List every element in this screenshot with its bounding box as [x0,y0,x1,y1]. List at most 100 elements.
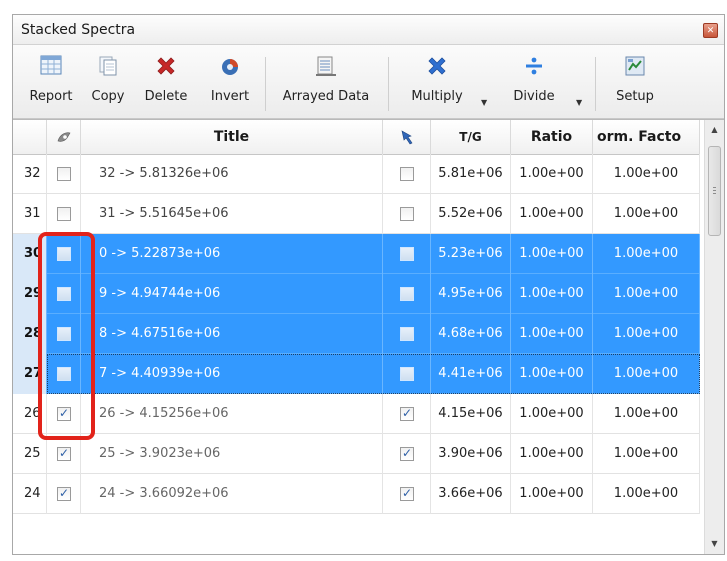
toolbar-separator [595,57,596,111]
table-row[interactable]: 25 ✓ 25 -> 3.9023e+06 ✓ 3.90e+06 1.00e+00 1.00… [13,434,700,474]
norm-factor-value[interactable]: 1.00e+00 [593,314,700,354]
visibility-checkbox[interactable] [57,207,71,221]
pin-checkbox[interactable]: ✓ [400,446,414,461]
table-row[interactable]: 30 0 -> 5.22873e+06 5.23e+06 1.00e+00 1.00e+… [13,234,700,274]
pin-checkbox[interactable] [400,207,414,221]
visibility-checkbox-cell [47,194,81,234]
multiply-button[interactable]: Multiply [398,45,476,119]
toolbar: Report Copy Delete Invert Arrayed Data M… [13,45,724,119]
tg-value[interactable]: 5.52e+06 [431,194,511,234]
spectrum-title-cell[interactable]: 25 -> 3.9023e+06 [81,434,383,474]
pin-checkbox[interactable]: ✓ [400,486,414,501]
scroll-down-arrow-icon[interactable]: ▼ [705,534,724,554]
spectrum-title-cell[interactable]: 0 -> 5.22873e+06 [81,234,383,274]
report-label: Report [29,89,73,104]
pin-checkbox-cell: ✓ [383,434,431,474]
grid-header: Title T/G Ratio orm. Facto [13,120,700,155]
spectrum-title: 9 -> 4.94744e+06 [99,286,221,301]
setup-button[interactable]: Setup [605,45,665,119]
setup-icon [605,55,665,79]
spectrum-title: 8 -> 4.67516e+06 [99,326,221,341]
pin-checkbox[interactable] [400,247,414,261]
ratio-value[interactable]: 1.00e+00 [511,154,593,194]
scroll-up-arrow-icon[interactable]: ▲ [705,120,724,140]
visibility-checkbox-cell: ✓ [47,474,81,514]
table-row[interactable]: 32 32 -> 5.81326e+06 5.81e+06 1.00e+00 1.00e… [13,154,700,194]
visibility-checkbox[interactable]: ✓ [57,486,71,501]
delete-button[interactable]: Delete [137,45,195,119]
norm-factor-value[interactable]: 1.00e+00 [593,234,700,274]
norm-factor-value[interactable]: 1.00e+00 [593,474,700,514]
norm-factor-column-header[interactable]: orm. Facto [593,120,700,154]
table-row[interactable]: 29 9 -> 4.94744e+06 4.95e+06 1.00e+00 1.00e+… [13,274,700,314]
copy-icon [83,55,133,79]
copy-button[interactable]: Copy [83,45,133,119]
multiply-icon [398,55,476,79]
table-row[interactable]: 26 ✓ 26 -> 4.15256e+06 ✓ 4.15e+06 1.00e+00 1.0… [13,394,700,434]
ratio-value[interactable]: 1.00e+00 [511,434,593,474]
tg-column-header[interactable]: T/G [431,120,511,154]
close-icon[interactable]: ✕ [703,23,718,38]
arrayed-data-button[interactable]: Arrayed Data [271,45,381,119]
ratio-column-header[interactable]: Ratio [511,120,593,154]
spectrum-title-cell[interactable]: 32 -> 5.81326e+06 [81,154,383,194]
invert-button[interactable]: Invert [201,45,259,119]
ratio-value[interactable]: 1.00e+00 [511,314,593,354]
scrollbar-thumb[interactable] [708,146,721,236]
spectrum-title-cell[interactable]: 31 -> 5.51645e+06 [81,194,383,234]
spectrum-title: 31 -> 5.51645e+06 [99,206,229,221]
norm-factor-value[interactable]: 1.00e+00 [593,434,700,474]
ratio-value[interactable]: 1.00e+00 [511,474,593,514]
tg-value[interactable]: 4.15e+06 [431,394,511,434]
norm-factor-value[interactable]: 1.00e+00 [593,194,700,234]
ratio-value[interactable]: 1.00e+00 [511,234,593,274]
ratio-value[interactable]: 1.00e+00 [511,394,593,434]
spectrum-title-cell[interactable]: 9 -> 4.94744e+06 [81,274,383,314]
tg-value[interactable]: 4.95e+06 [431,274,511,314]
tg-value[interactable]: 3.90e+06 [431,434,511,474]
spectrum-title-cell[interactable]: 8 -> 4.67516e+06 [81,314,383,354]
norm-factor-value[interactable]: 1.00e+00 [593,394,700,434]
spectra-grid: Title T/G Ratio orm. Facto 32 32 -> 5.813… [13,119,724,554]
pin-checkbox[interactable] [400,287,414,301]
ratio-value[interactable]: 1.00e+00 [511,194,593,234]
visibility-checkbox-cell: ✓ [47,434,81,474]
title-column-header[interactable]: Title [81,120,383,154]
pin-checkbox[interactable] [400,167,414,181]
visibility-checkbox[interactable]: ✓ [57,446,71,461]
pin-icon[interactable] [383,120,431,154]
multiply-label: Multiply [411,89,463,104]
vertical-scrollbar[interactable]: ▲ ▼ [704,120,724,554]
ratio-value[interactable]: 1.00e+00 [511,274,593,314]
pin-checkbox[interactable] [400,327,414,341]
table-row[interactable]: 28 8 -> 4.67516e+06 4.68e+06 1.00e+00 1.00e+… [13,314,700,354]
spectrum-title: 25 -> 3.9023e+06 [99,446,221,461]
row-number: 25 [13,434,47,474]
spectrum-title-cell[interactable]: 24 -> 3.66092e+06 [81,474,383,514]
divide-button[interactable]: Divide [498,45,570,119]
visibility-checkbox[interactable] [57,167,71,181]
multiply-dropdown-arrow-icon[interactable]: ▼ [481,98,487,107]
tg-value[interactable]: 4.68e+06 [431,314,511,354]
spectrum-title-cell[interactable]: 26 -> 4.15256e+06 [81,394,383,434]
title-bar: Stacked Spectra ✕ [13,15,724,45]
arrayed-data-label: Arrayed Data [282,89,370,104]
norm-factor-value[interactable]: 1.00e+00 [593,154,700,194]
row-number: 31 [13,194,47,234]
divide-dropdown-arrow-icon[interactable]: ▼ [576,98,582,107]
report-table-icon [21,55,81,79]
pin-checkbox-cell [383,154,431,194]
pin-checkbox-cell [383,194,431,234]
table-row[interactable]: 24 ✓ 24 -> 3.66092e+06 ✓ 3.66e+06 1.00e+00 1.0… [13,474,700,514]
norm-factor-value[interactable]: 1.00e+00 [593,274,700,314]
row-number: 24 [13,474,47,514]
visibility-eye-icon[interactable] [47,120,81,154]
table-row[interactable]: 31 31 -> 5.51645e+06 5.52e+06 1.00e+00 1.00e… [13,194,700,234]
tg-value[interactable]: 5.81e+06 [431,154,511,194]
focus-rectangle [47,354,700,394]
tg-value[interactable]: 3.66e+06 [431,474,511,514]
tg-value[interactable]: 5.23e+06 [431,234,511,274]
pin-checkbox[interactable]: ✓ [400,406,414,421]
report-button[interactable]: Report [21,45,81,119]
row-number: 32 [13,154,47,194]
